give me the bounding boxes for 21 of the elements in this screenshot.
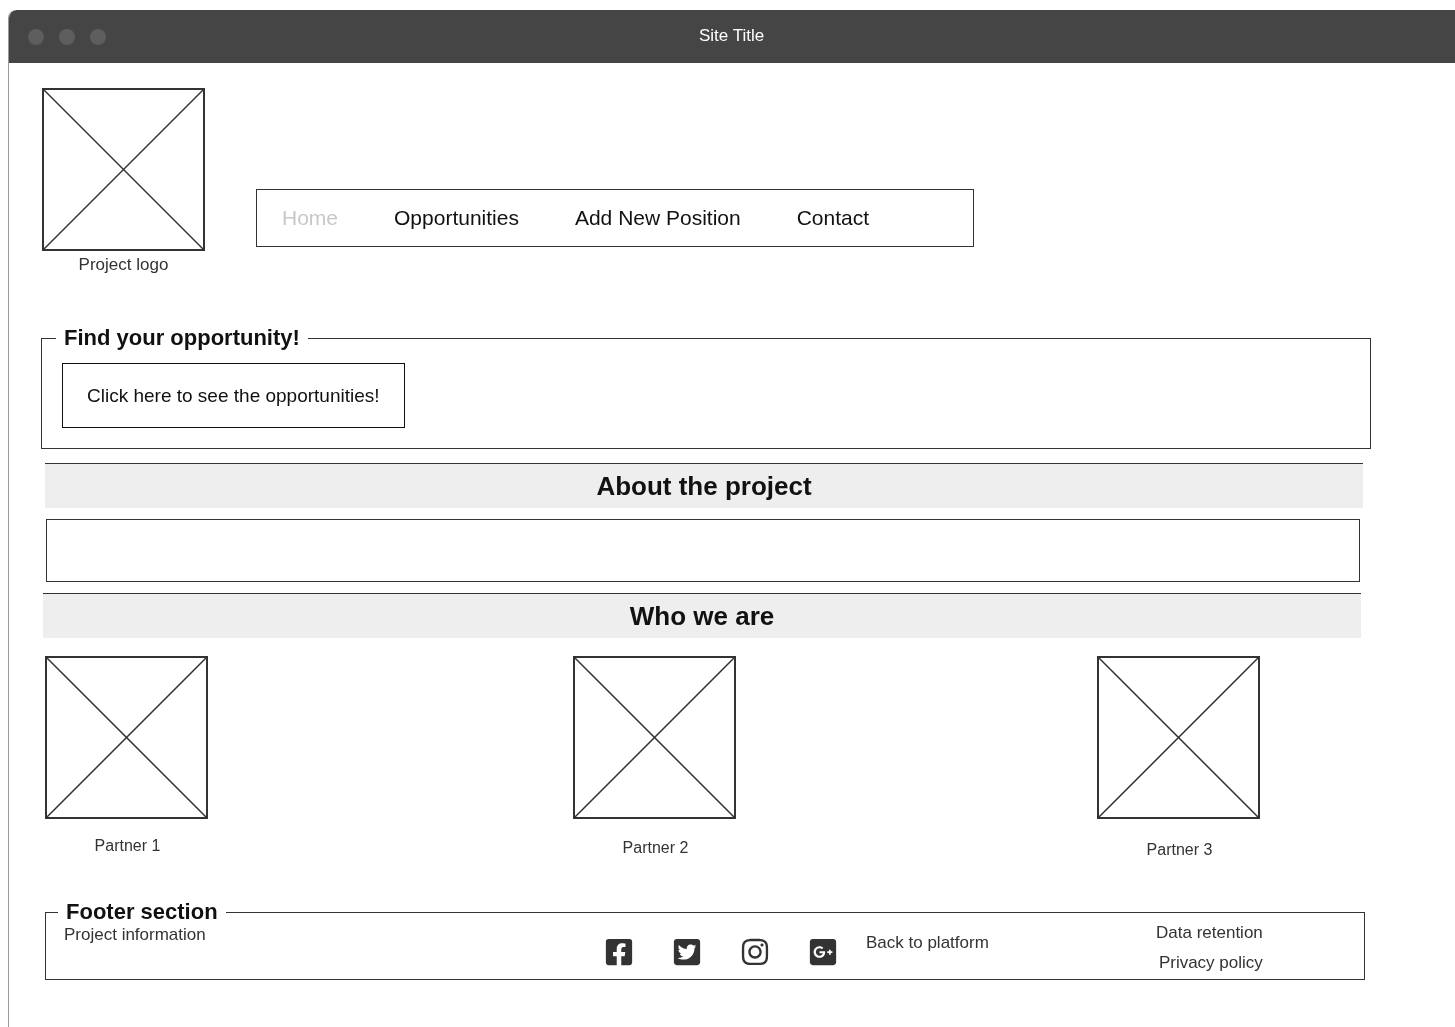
- google-plus-icon[interactable]: [808, 937, 838, 967]
- footer-link[interactable]: Privacy policy: [1158, 953, 1263, 973]
- facebook-icon[interactable]: [604, 937, 634, 967]
- footer-link[interactable]: Data retention: [1156, 923, 1263, 943]
- twitter-icon[interactable]: [672, 937, 702, 967]
- back-link[interactable]: Back to platform: [866, 933, 1156, 953]
- partner-caption: Partner 2: [621, 839, 690, 857]
- section-heading: About the project: [596, 470, 812, 502]
- nav-link[interactable]: Opportunities: [394, 206, 519, 230]
- section-title: Find your opportunity!: [63, 325, 301, 351]
- window-title: Site Title: [699, 26, 765, 46]
- partner-caption: Partner 3: [1145, 841, 1214, 859]
- partner-caption: Partner 1: [93, 837, 162, 855]
- section-heading: Who we are: [629, 600, 775, 632]
- instagram-icon[interactable]: [740, 937, 770, 967]
- nav-link[interactable]: Add New Position: [574, 206, 741, 230]
- project-info: Project information: [64, 925, 207, 945]
- opportunities-button[interactable]: Click here to see the opportunities!: [62, 363, 405, 428]
- logo-caption: Project logo: [78, 255, 169, 275]
- nav-link[interactable]: Contact: [796, 206, 870, 230]
- footer-title: Footer section: [65, 899, 219, 925]
